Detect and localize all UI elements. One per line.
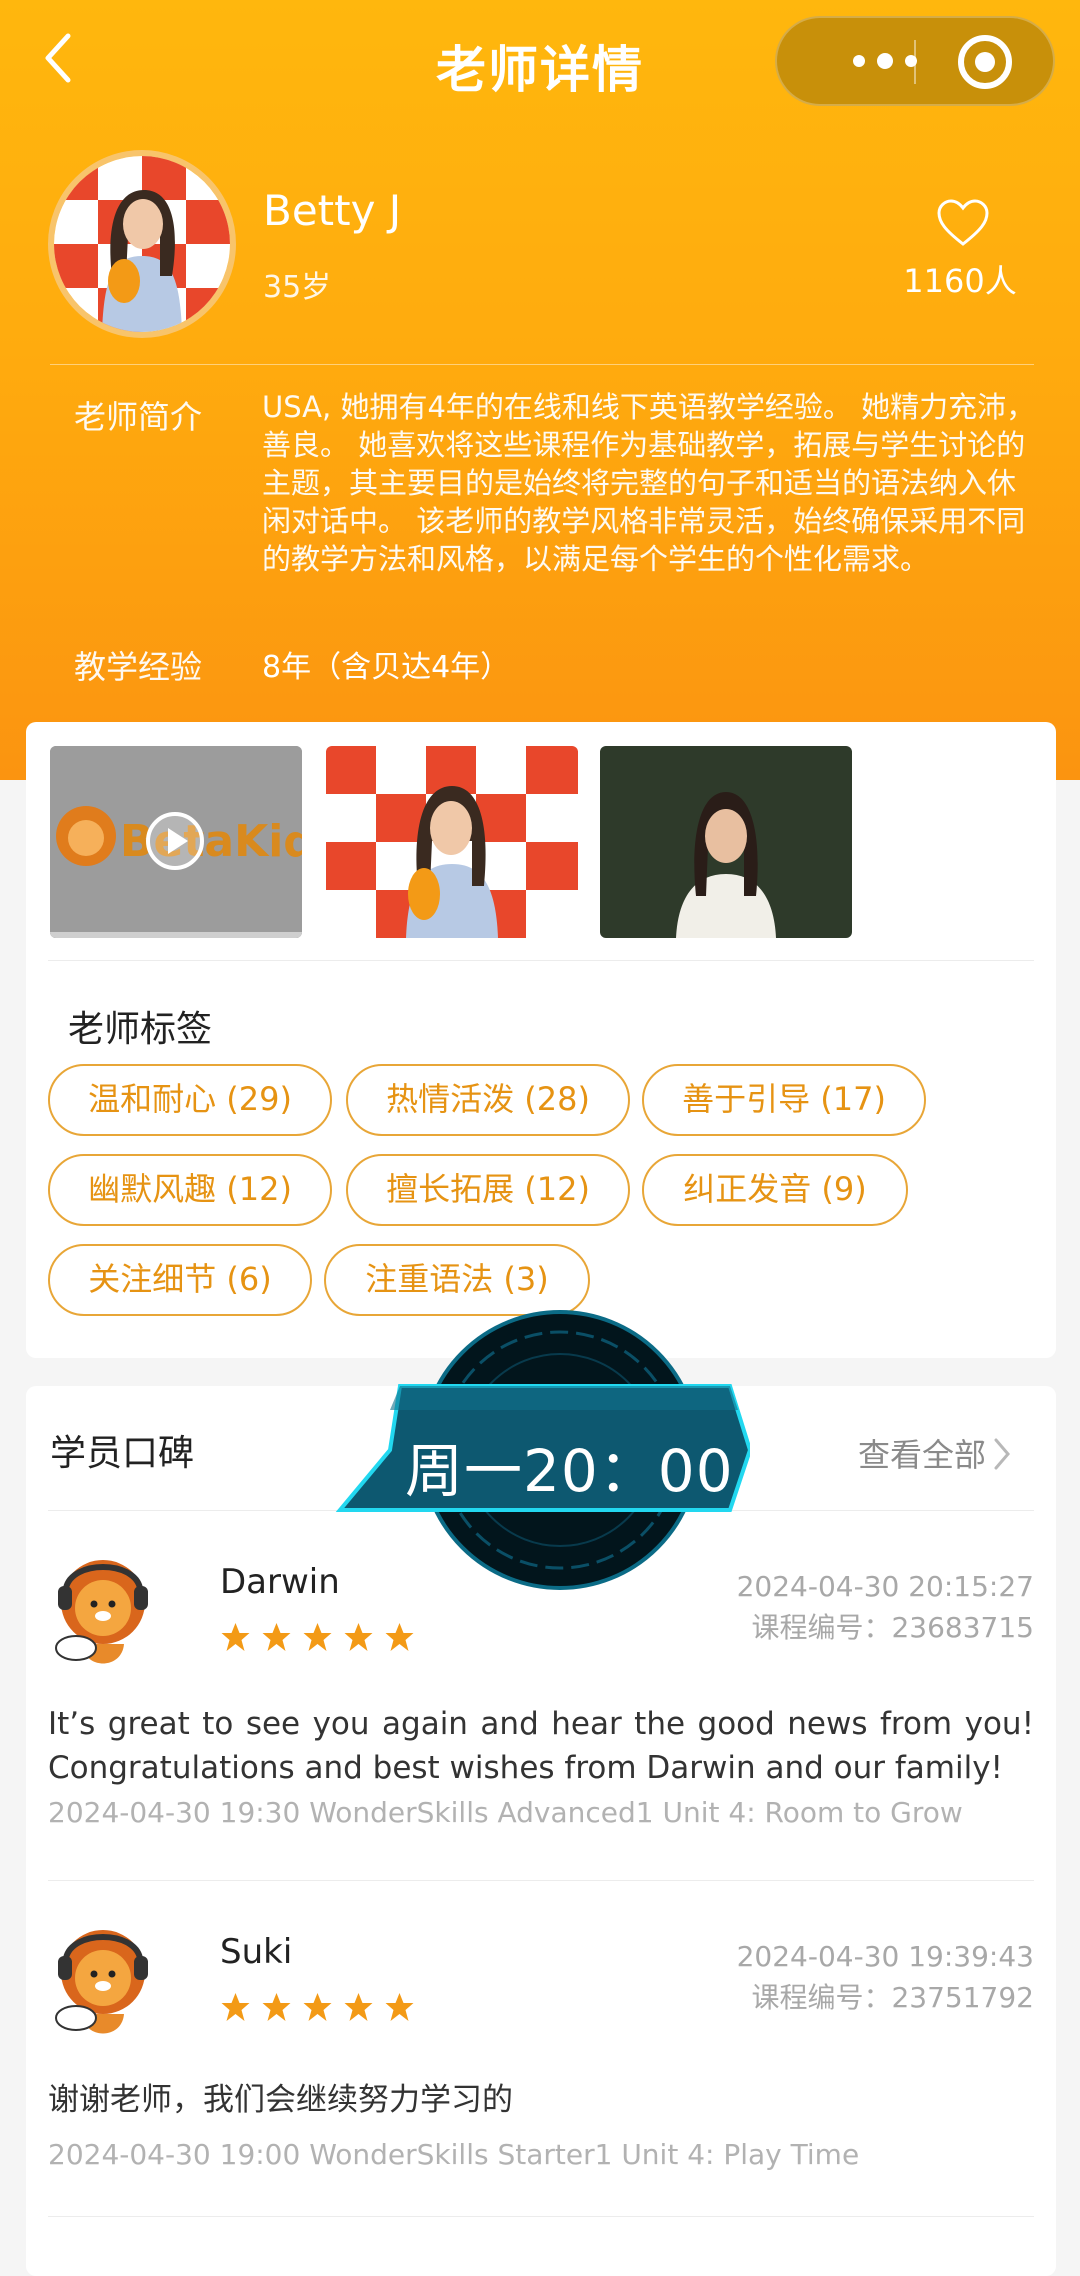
review-time: 2024-04-30 19:39:43 — [736, 1940, 1034, 1973]
review-text: It’s great to see you again and hear the… — [48, 1706, 1034, 1786]
more-icon[interactable] — [819, 18, 969, 104]
teacher-photo-2[interactable] — [600, 746, 852, 938]
tag-item: 热情活泼 (28) — [346, 1064, 630, 1136]
review-lesson-meta: 2024-04-30 19:00 WonderSkills Starter1 U… — [48, 2138, 860, 2171]
experience-label: 教学经验 — [74, 648, 203, 686]
reviewer-name: Darwin — [220, 1562, 340, 1602]
mini-program-capsule — [775, 16, 1055, 106]
star-icon — [385, 1623, 414, 1651]
teacher-experience: 8年（含贝达4年） — [262, 650, 511, 685]
rating-stars — [220, 1992, 415, 2022]
intro-label: 老师简介 — [74, 398, 203, 436]
tag-item: 温和耐心 (29) — [48, 1064, 332, 1136]
star-icon — [262, 1623, 291, 1651]
review-item: Suki 2024-04-30 19:39:43 课程编号：23751792 谢… — [48, 1922, 1034, 2182]
divider — [48, 1880, 1034, 1881]
capsule-divider — [914, 40, 916, 84]
close-target-icon[interactable] — [955, 32, 1015, 92]
reviewer-name: Suki — [220, 1932, 293, 1972]
tag-item: 幽默风趣 (12) — [48, 1154, 332, 1226]
teacher-intro: USA, 她拥有4年的在线和线下英语教学经验。 她精力充沛，善良。 她喜欢将这些… — [262, 390, 1036, 576]
likes-count: 1160人 — [903, 262, 1017, 300]
intro-video[interactable]: BetaKid — [50, 746, 302, 938]
view-all-link[interactable]: 查看全部 — [858, 1430, 986, 1476]
rating-stars — [220, 1622, 415, 1652]
star-icon — [344, 1993, 373, 2021]
review-course-id: 课程编号：23683715 — [751, 1611, 1034, 1644]
review-course-id: 课程编号：23751792 — [751, 1981, 1034, 2014]
teacher-info-card: BetaKid 老师标签 温和耐心 (29) 热情活泼 (28) 善于引导 (1… — [26, 722, 1056, 1358]
star-icon — [262, 1993, 291, 2021]
tags-title: 老师标签 — [68, 1009, 213, 1050]
teacher-age: 35岁 — [263, 270, 332, 305]
star-icon — [221, 1623, 250, 1651]
reviews-title: 学员口碑 — [50, 1433, 195, 1474]
schedule-time[interactable]: 周一20：00 — [405, 1424, 734, 1508]
tag-item: 善于引导 (17) — [642, 1064, 926, 1136]
star-icon — [344, 1623, 373, 1651]
review-time: 2024-04-30 20:15:27 — [736, 1570, 1034, 1603]
star-icon — [221, 1993, 250, 2021]
tag-item: 关注细节 (6) — [48, 1244, 312, 1316]
divider — [48, 2216, 1034, 2217]
tag-item: 擅长拓展 (12) — [346, 1154, 630, 1226]
star-icon — [303, 1993, 332, 2021]
teacher-name: Betty J — [263, 186, 402, 235]
star-icon — [385, 1993, 414, 2021]
chevron-right-icon[interactable] — [992, 1434, 1012, 1474]
teacher-photo-1[interactable] — [326, 746, 578, 938]
reviewer-avatar — [55, 1560, 148, 1664]
star-icon — [303, 1623, 332, 1651]
divider — [50, 364, 1034, 365]
divider — [48, 960, 1034, 961]
review-lesson-meta: 2024-04-30 19:30 WonderSkills Advanced1 … — [48, 1796, 963, 1829]
reviewer-avatar — [55, 1930, 148, 2034]
heart-icon[interactable] — [935, 198, 991, 248]
tag-item: 纠正发音 (9) — [642, 1154, 908, 1226]
teacher-avatar[interactable] — [48, 150, 236, 338]
play-icon[interactable] — [144, 810, 206, 872]
review-text: 谢谢老师，我们会继续努力学习的 — [48, 2082, 513, 2118]
